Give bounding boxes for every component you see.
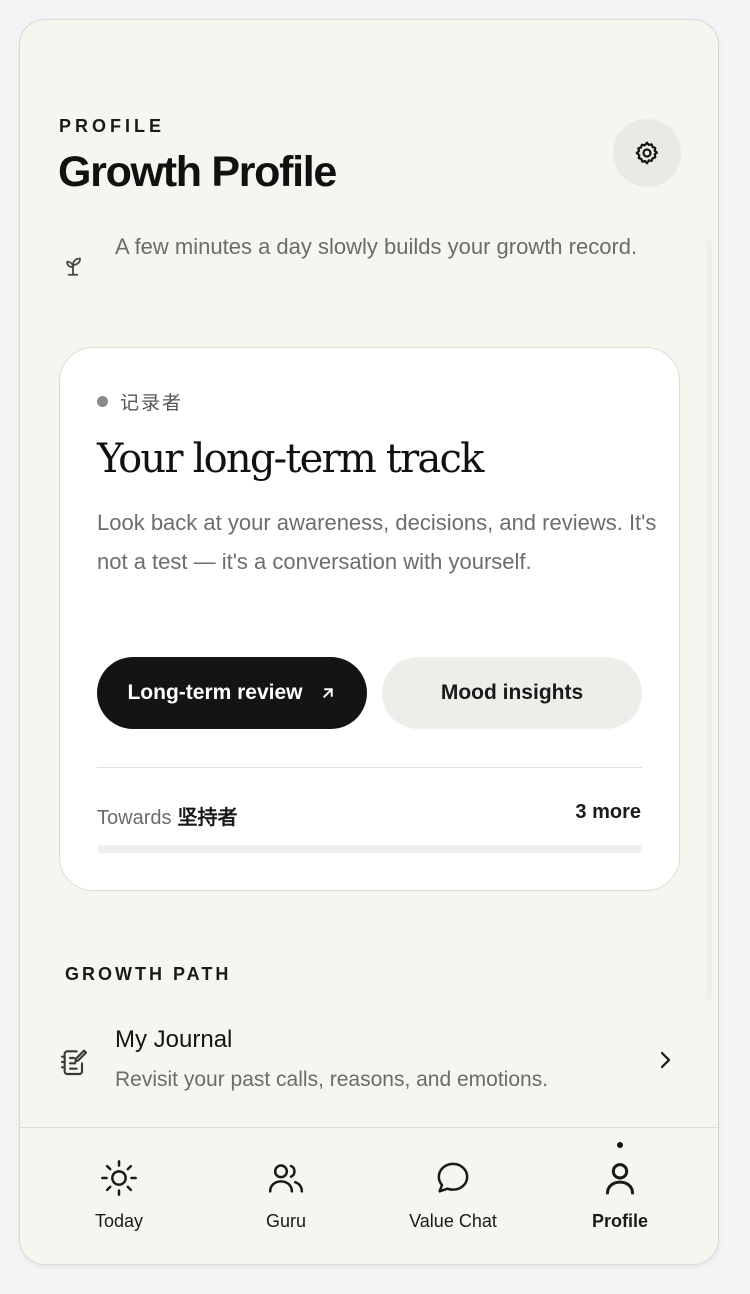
arrow-up-right-icon [319, 684, 337, 702]
journal-title: My Journal [115, 1026, 233, 1053]
scrollbar[interactable] [706, 240, 712, 1000]
page-title: Growth Profile [58, 148, 337, 196]
tab-value-chat-label: Value Chat [409, 1211, 497, 1231]
progress-prefix: Towards [97, 807, 172, 829]
progress-target: 坚持者 [177, 807, 238, 829]
tab-profile[interactable]: Profile [545, 1128, 695, 1264]
progress-remaining: 3 more [575, 801, 641, 823]
track-card: 记录者 Your long-term track Look back at yo… [59, 347, 680, 891]
tagline-text: A few minutes a day slowly builds your g… [115, 234, 638, 259]
app-screen: PROFILE Growth Profile A few minutes a d… [19, 19, 719, 1265]
page-eyebrow: PROFILE [59, 116, 166, 136]
section-label-growth-path: GROWTH PATH [65, 964, 232, 984]
badge-label: 记录者 [120, 393, 184, 414]
sprout-icon [66, 257, 81, 276]
card-description: Look back at your awareness, decisions, … [97, 510, 657, 574]
tab-guru-label: Guru [265, 1211, 307, 1231]
progress-caption: Towards 坚持者 [97, 801, 237, 830]
tab-value-chat[interactable]: Value Chat [378, 1128, 528, 1264]
long-term-review-label: Long-term review [127, 681, 303, 704]
sun-icon [99, 1158, 139, 1198]
gear-icon [635, 141, 659, 165]
progress-bar [97, 845, 642, 853]
tab-today-label: Today [94, 1211, 144, 1231]
long-term-review-button[interactable]: Long-term review [97, 657, 367, 729]
journal-icon [60, 1049, 88, 1076]
card-title: Your long-term track [97, 436, 484, 482]
status-badge: 记录者 [97, 388, 183, 415]
list-item-my-journal[interactable]: My Journal Revisit your past calls, reas… [20, 1016, 718, 1112]
active-tab-indicator [617, 1142, 623, 1148]
tab-profile-label: Profile [591, 1211, 648, 1231]
mood-insights-button[interactable]: Mood insights [382, 657, 642, 729]
mood-insights-label: Mood insights [440, 681, 584, 704]
chat-bubble-icon [433, 1158, 473, 1198]
journal-subtitle: Revisit your past calls, reasons, and em… [115, 1068, 549, 1091]
bottom-tab-bar: Today Guru Value Chat Profile [20, 1127, 718, 1264]
settings-button[interactable] [613, 119, 681, 187]
chevron-right-icon [660, 1051, 671, 1069]
card-divider [97, 767, 642, 768]
tab-today[interactable]: Today [44, 1128, 194, 1264]
person-icon [600, 1158, 640, 1198]
users-icon [266, 1158, 306, 1198]
tab-guru[interactable]: Guru [211, 1128, 361, 1264]
badge-dot [97, 396, 108, 407]
